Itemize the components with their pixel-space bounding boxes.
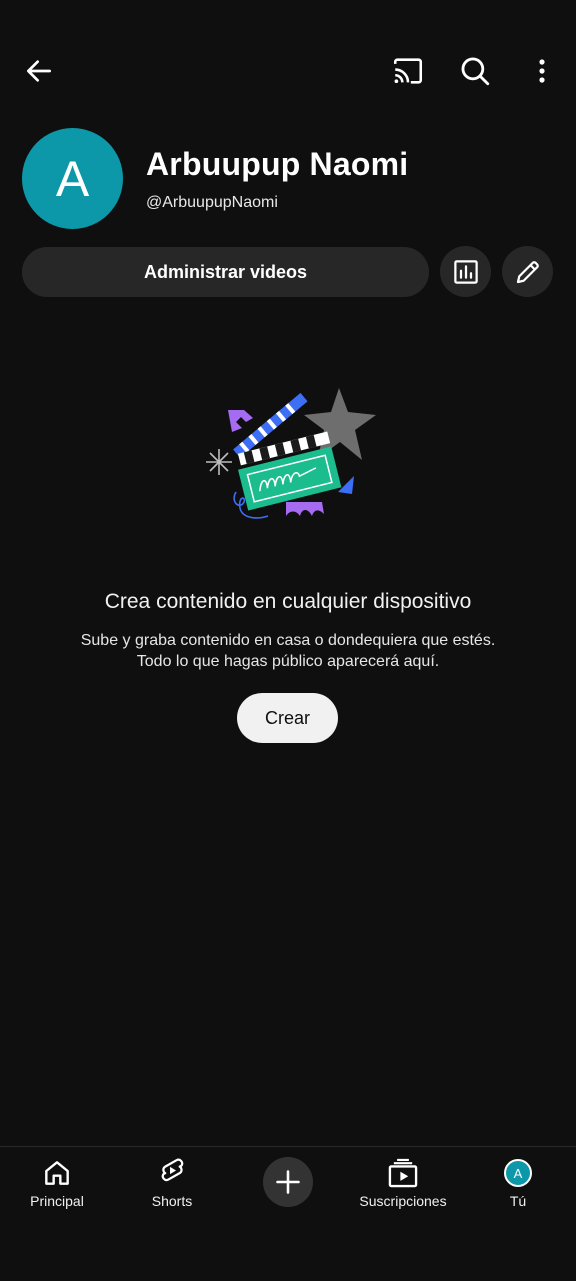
nav-item-home[interactable]: Principal (2, 1155, 112, 1209)
edit-button[interactable] (502, 246, 553, 297)
plus-icon (276, 1170, 300, 1194)
arrow-left-icon (27, 60, 51, 82)
clapperboard-illustration (206, 388, 376, 519)
more-options-button[interactable] (518, 47, 566, 95)
you-avatar: A (504, 1159, 532, 1187)
nav-label-subscriptions: Suscripciones (359, 1193, 447, 1209)
nav-label-home: Principal (30, 1193, 84, 1209)
analytics-button[interactable] (440, 246, 491, 297)
nav-create-button[interactable] (263, 1157, 313, 1207)
manage-videos-button[interactable]: Administrar videos (22, 247, 429, 297)
empty-state-title: Crea contenido en cualquier dispositivo (104, 590, 472, 613)
empty-state-description: Sube y graba contenido en casa o dondequ… (0, 630, 576, 672)
back-button[interactable] (15, 47, 63, 95)
nav-item-subscriptions[interactable]: Suscripciones (348, 1155, 458, 1209)
cast-button[interactable] (384, 47, 432, 95)
empty-state-line-2: Todo lo que hagas público aparecerá aquí… (136, 653, 440, 670)
create-label: Crear (264, 707, 310, 728)
shorts-icon (161, 1158, 184, 1182)
channel-avatar[interactable]: A (22, 128, 123, 229)
nav-item-shorts[interactable]: Shorts (117, 1155, 227, 1209)
nav-label-shorts: Shorts (151, 1193, 193, 1209)
channel-handle[interactable]: @ArbuupupNaomi (146, 194, 278, 212)
bottom-navigation: Principal Shorts Suscripciones A Tú (0, 1146, 576, 1281)
empty-state-line-1: Sube y graba contenido en casa o dondequ… (80, 632, 496, 649)
manage-videos-label: Administrar videos (143, 261, 308, 282)
home-icon (45, 1161, 69, 1185)
create-button[interactable]: Crear (237, 693, 338, 743)
nav-label-you: Tú (509, 1193, 527, 1209)
subscriptions-icon (388, 1158, 418, 1188)
search-icon (461, 57, 490, 86)
avatar-letter: A (55, 150, 90, 207)
nav-item-you[interactable]: A Tú (463, 1155, 573, 1209)
search-button[interactable] (451, 47, 499, 95)
pencil-icon (516, 260, 539, 283)
analytics-icon (453, 259, 478, 284)
more-vertical-icon (539, 59, 545, 83)
channel-name: Arbuupup Naomi (146, 146, 409, 182)
you-avatar-letter: A (513, 1165, 523, 1181)
cast-icon (393, 58, 423, 84)
